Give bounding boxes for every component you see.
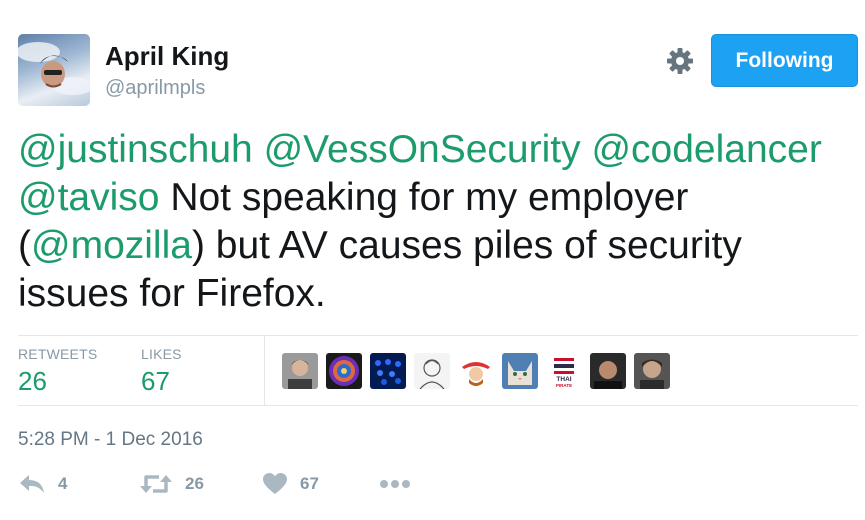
mention-link[interactable]: @justinschuh [18, 128, 253, 171]
retweets-count[interactable]: 26 [18, 366, 47, 397]
likes-count[interactable]: 67 [141, 366, 170, 397]
thai-text: THAI [556, 376, 571, 383]
author-handle[interactable]: @aprilmpls [105, 77, 205, 100]
author-avatar[interactable] [18, 34, 90, 106]
gear-icon[interactable] [664, 45, 696, 77]
retweet-icon [140, 475, 172, 493]
liker-avatar-thai-pirate[interactable]: THAI PIRATE [546, 353, 582, 389]
liker-avatar[interactable] [326, 353, 362, 389]
retweet-button[interactable]: 26 [139, 472, 204, 496]
retweet-count: 26 [185, 474, 204, 493]
tweet-text: @justinschuh @VessOnSecurity @codelancer… [18, 126, 858, 318]
likes-label[interactable]: LIKES [141, 346, 182, 362]
tweet-text-segment [253, 128, 264, 171]
liker-avatar[interactable] [370, 353, 406, 389]
divider [18, 405, 858, 406]
pirate-text: PIRATE [556, 383, 572, 388]
tweet-text-segment [581, 128, 592, 171]
more-button[interactable] [379, 472, 411, 496]
liker-avatar[interactable] [414, 353, 450, 389]
liker-avatar[interactable] [458, 353, 494, 389]
divider [18, 335, 858, 336]
like-button[interactable]: 67 [262, 472, 319, 496]
mention-link[interactable]: @VessOnSecurity [264, 128, 581, 171]
stats-separator [264, 336, 265, 405]
mention-link[interactable]: @mozilla [31, 224, 192, 267]
reply-button[interactable]: 4 [18, 472, 67, 496]
liker-avatar[interactable] [282, 353, 318, 389]
tweet-timestamp[interactable]: 5:28 PM - 1 Dec 2016 [18, 429, 203, 451]
more-icon [380, 480, 410, 488]
liker-avatar[interactable] [590, 353, 626, 389]
like-count: 67 [300, 474, 319, 493]
reply-icon [20, 475, 44, 493]
heart-icon [263, 473, 287, 494]
liker-avatar[interactable] [502, 353, 538, 389]
retweets-label[interactable]: RETWEETS [18, 346, 97, 362]
mention-link[interactable]: @codelancer [591, 128, 821, 171]
following-button[interactable]: Following [711, 34, 858, 87]
author-name[interactable]: April King [105, 41, 229, 72]
reply-count: 4 [58, 474, 68, 493]
mention-link[interactable]: @taviso [18, 176, 159, 219]
liker-avatar[interactable] [634, 353, 670, 389]
